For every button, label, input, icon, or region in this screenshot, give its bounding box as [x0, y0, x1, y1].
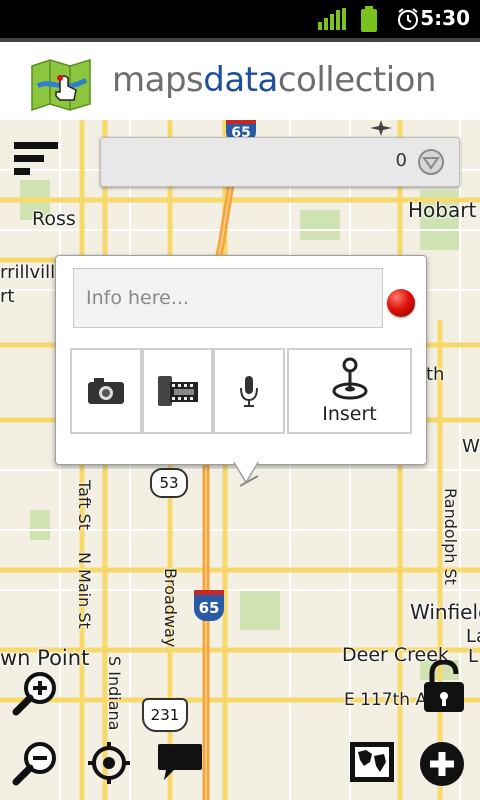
microphone-icon — [240, 376, 258, 407]
map-label-th: th — [426, 364, 445, 385]
signal-icon — [318, 8, 346, 30]
map-label-s-indiana: S Indiana — [105, 656, 124, 731]
map-label-merrillville-2: rt — [0, 286, 15, 307]
info-popup: Insert — [55, 255, 427, 484]
map-label-winfield: Winfield — [410, 600, 480, 624]
add-icon[interactable] — [418, 740, 466, 788]
app-logo-icon — [31, 58, 91, 112]
map-label-n-main-st: N Main St — [75, 552, 94, 629]
audio-button[interactable] — [213, 348, 285, 434]
route-53-shield: 53 — [150, 468, 188, 498]
map-marker-icon — [239, 475, 259, 487]
locate-icon[interactable] — [86, 740, 132, 786]
video-button[interactable] — [142, 348, 213, 434]
map-layers-icon[interactable] — [348, 740, 396, 784]
map-label-merrillville: rrillvill — [0, 262, 56, 283]
airport-icon — [370, 120, 392, 136]
record-icon[interactable] — [387, 289, 415, 317]
map-label-e-117th: E 117th A — [344, 690, 428, 710]
battery-icon — [361, 6, 377, 32]
zoom-in-icon[interactable] — [12, 670, 58, 716]
joystick-icon — [332, 357, 367, 400]
insert-button[interactable]: Insert — [287, 348, 412, 434]
camera-icon — [88, 378, 124, 404]
camera-button[interactable] — [70, 348, 142, 434]
film-icon — [157, 376, 198, 406]
brand-data: data — [203, 60, 278, 100]
alarm-icon — [398, 8, 418, 30]
map-label-hobart: Hobart — [408, 198, 477, 222]
info-input[interactable] — [73, 268, 383, 328]
map-label-l: L — [468, 646, 479, 667]
brand-maps: maps — [112, 60, 204, 100]
map-label-ross: Ross — [32, 208, 76, 230]
status-time: 5:30 — [420, 6, 470, 30]
insert-label: Insert — [322, 403, 377, 425]
category-selector-bar[interactable]: 0 — [100, 137, 460, 187]
app-header: mapsdatacollection — [0, 38, 480, 120]
chat-icon[interactable] — [156, 742, 204, 782]
status-bar: 5:30 — [0, 0, 480, 38]
interstate-65-shield-mid: 65 — [194, 590, 224, 621]
us-231-shield: 231 — [142, 698, 188, 732]
brand-collection: collection — [277, 60, 437, 100]
dropdown-icon[interactable] — [417, 148, 445, 176]
map-label-taft-st: Taft St — [75, 480, 94, 531]
menu-icon[interactable] — [14, 140, 58, 178]
zoom-out-icon[interactable] — [12, 740, 58, 786]
map-label-randolph-st: Randolph St — [441, 488, 460, 585]
map-label-la: La — [466, 626, 480, 647]
map-label-broadway: Broadway — [161, 568, 180, 648]
app-brand-title: mapsdatacollection — [112, 60, 437, 100]
lock-icon[interactable] — [422, 660, 466, 714]
map-label-w: W — [462, 436, 480, 457]
category-count: 0 — [395, 150, 407, 171]
map-label-crown-point: wn Point — [0, 646, 90, 670]
